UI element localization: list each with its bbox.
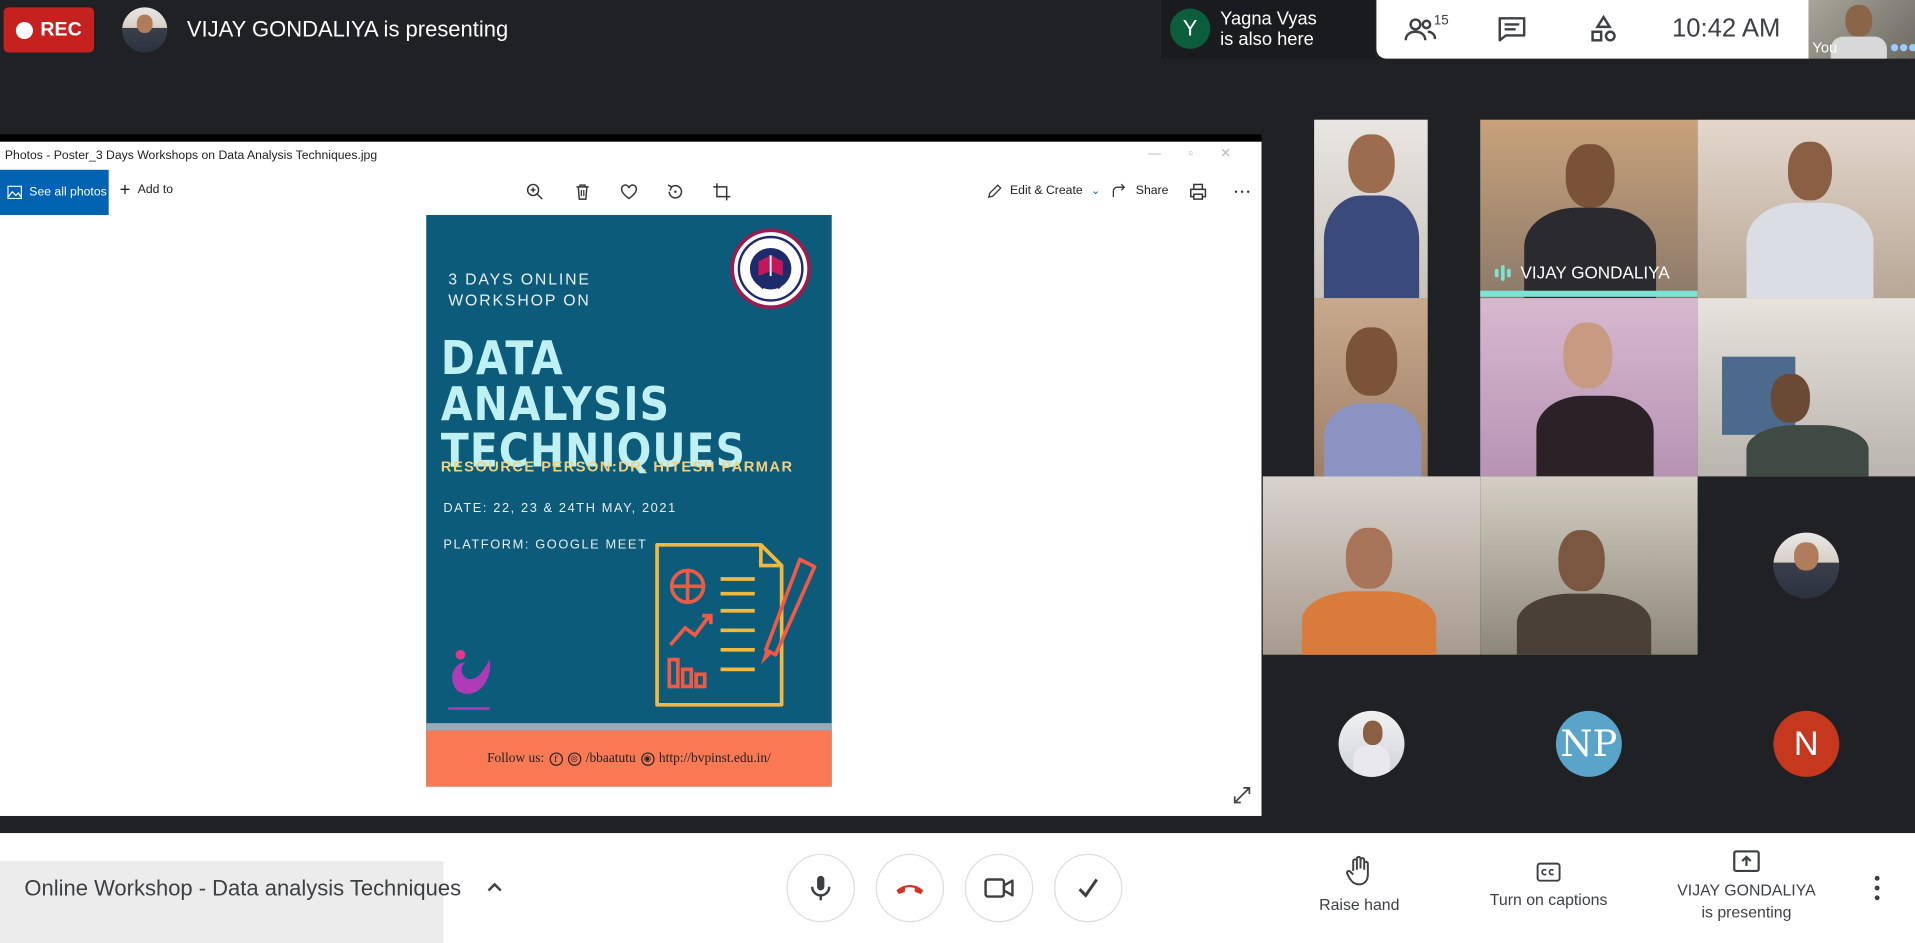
- print-icon[interactable]: [1188, 182, 1208, 202]
- presenting-line1: VIJAY GONDALIYA: [1677, 880, 1816, 900]
- raise-hand-button[interactable]: Raise hand: [1312, 855, 1407, 916]
- record-dot-icon: [16, 21, 34, 39]
- participant-tile[interactable]: [1314, 298, 1428, 477]
- self-label: You: [1812, 39, 1838, 57]
- poster-intro: 3 DAYS ONLINE WORKSHOP ON: [448, 269, 591, 311]
- captions-button[interactable]: Turn on captions: [1473, 855, 1624, 911]
- participant-tile[interactable]: [1262, 476, 1481, 655]
- presenting-button[interactable]: VIJAY GONDALIYA is presenting: [1661, 850, 1832, 923]
- participant-tile[interactable]: [1697, 298, 1915, 477]
- facebook-icon: f: [549, 751, 563, 766]
- brand-logo-icon: [448, 649, 491, 710]
- poster-stripe: [426, 723, 832, 731]
- more-vert-icon[interactable]: [1869, 872, 1886, 904]
- activities-icon[interactable]: [1586, 12, 1620, 46]
- edit-create-label: Edit & Create: [1010, 184, 1083, 198]
- people-icon[interactable]: [1403, 12, 1437, 46]
- add-to-button[interactable]: + Add to: [119, 178, 174, 200]
- poster-line1: 3 DAYS ONLINE: [448, 269, 591, 289]
- meeting-title[interactable]: Online Workshop - Data analysis Techniqu…: [24, 876, 461, 902]
- end-call-button[interactable]: [875, 853, 945, 923]
- clock: 10:42 AM: [1671, 14, 1781, 43]
- captions-label: Turn on captions: [1489, 890, 1608, 909]
- presenting-line2: is presenting: [1701, 902, 1792, 922]
- participant-tile[interactable]: [1480, 476, 1698, 655]
- speaker-name-tag: VIJAY GONDALIYA: [1494, 262, 1670, 283]
- delete-icon[interactable]: [573, 182, 593, 202]
- chat-icon[interactable]: [1495, 12, 1529, 46]
- audio-level-icon: [1494, 264, 1511, 281]
- active-speaker-bar: [1480, 290, 1698, 297]
- web-icon: ◉: [640, 751, 655, 766]
- poster-resource-person: RESOURCE PERSON:DR. HITESH PARMAR: [440, 458, 794, 476]
- microphone-icon: [810, 875, 831, 901]
- checkmark-icon: [1078, 878, 1098, 898]
- photos-icon: [7, 185, 22, 200]
- microphone-button[interactable]: [786, 853, 855, 923]
- more-options-icon[interactable]: [1232, 182, 1252, 202]
- presenter-avatar: [122, 7, 168, 53]
- participant-tile[interactable]: [1697, 119, 1915, 299]
- poster-date: DATE: 22, 23 & 24TH MAY, 2021: [443, 500, 677, 516]
- hang-up-icon: [896, 884, 924, 895]
- plus-icon: +: [119, 178, 131, 200]
- poster-handle: /bbaatutu: [585, 751, 636, 766]
- instagram-icon: ◎: [567, 751, 581, 766]
- also-here-name: Yagna Vyas: [1220, 8, 1317, 30]
- also-here-suffix: is also here: [1220, 29, 1314, 51]
- captions-icon: [1536, 862, 1561, 882]
- yagna-avatar: Y: [1170, 8, 1211, 49]
- raise-hand-label: Raise hand: [1319, 895, 1400, 914]
- institute-seal-icon: [730, 228, 811, 310]
- report-chart-icon: [655, 542, 817, 707]
- favorite-icon[interactable]: [619, 182, 639, 202]
- workshop-poster: 3 DAYS ONLINE WORKSHOP ON DATA ANALYSIS …: [426, 214, 832, 787]
- edit-create-button[interactable]: Edit & Create ⌄: [988, 184, 1100, 197]
- participant-tile[interactable]: [1480, 298, 1698, 477]
- rotate-icon[interactable]: [666, 182, 686, 202]
- poster-title-line1: DATA ANALYSIS: [440, 331, 671, 432]
- participant-avatar[interactable]: [1338, 710, 1405, 777]
- poster-site: http://bvpinst.edu.in/: [658, 751, 771, 766]
- poster-line2: WORKSHOP ON: [448, 290, 591, 310]
- participant-avatar-np[interactable]: NP: [1555, 710, 1622, 777]
- see-all-label: See all photos: [29, 185, 107, 200]
- self-more-icon[interactable]: ●●●: [1889, 37, 1915, 57]
- poster-footer: Follow us: f ◎ /bbaatutu ◉ http://bvpins…: [426, 730, 832, 787]
- camera-button[interactable]: [964, 853, 1034, 923]
- participant-avatar[interactable]: [1773, 532, 1840, 599]
- crop-icon[interactable]: [712, 182, 732, 202]
- presenting-title: VIJAY GONDALIYA is presenting: [186, 17, 509, 42]
- share-label: Share: [1135, 184, 1169, 198]
- share-button[interactable]: Share: [1113, 184, 1169, 197]
- speaker-name: VIJAY GONDALIYA: [1520, 262, 1670, 283]
- photos-window-title: Photos - Poster_3 Days Workshops on Data…: [4, 149, 378, 163]
- background-overlay: [0, 861, 444, 943]
- see-all-photos-button[interactable]: See all photos: [0, 169, 109, 215]
- recording-badge: REC: [3, 7, 95, 53]
- window-controls: —▫✕: [1148, 146, 1259, 162]
- raise-hand-icon: [1346, 855, 1369, 886]
- participant-tile[interactable]: [1314, 119, 1428, 299]
- poster-platform: PLATFORM: GOOGLE MEET: [443, 537, 648, 553]
- zoom-icon[interactable]: [525, 182, 545, 202]
- chevron-down-icon: ⌄: [1090, 184, 1101, 197]
- present-screen-icon: [1733, 850, 1760, 873]
- camera-icon: [984, 878, 1014, 898]
- add-to-label: Add to: [137, 183, 174, 197]
- recording-label: REC: [40, 18, 82, 40]
- check-button[interactable]: [1053, 853, 1123, 923]
- people-count: 15: [1433, 13, 1449, 29]
- poster-follow-label: Follow us:: [487, 751, 545, 766]
- expand-icon[interactable]: [1231, 784, 1253, 806]
- chevron-up-icon[interactable]: [485, 877, 505, 897]
- poster-title: DATA ANALYSIS TECHNIQUES: [441, 335, 785, 474]
- also-here-text: Yagna Vyas is also here: [1220, 9, 1317, 51]
- participant-avatar-n[interactable]: N: [1773, 710, 1840, 777]
